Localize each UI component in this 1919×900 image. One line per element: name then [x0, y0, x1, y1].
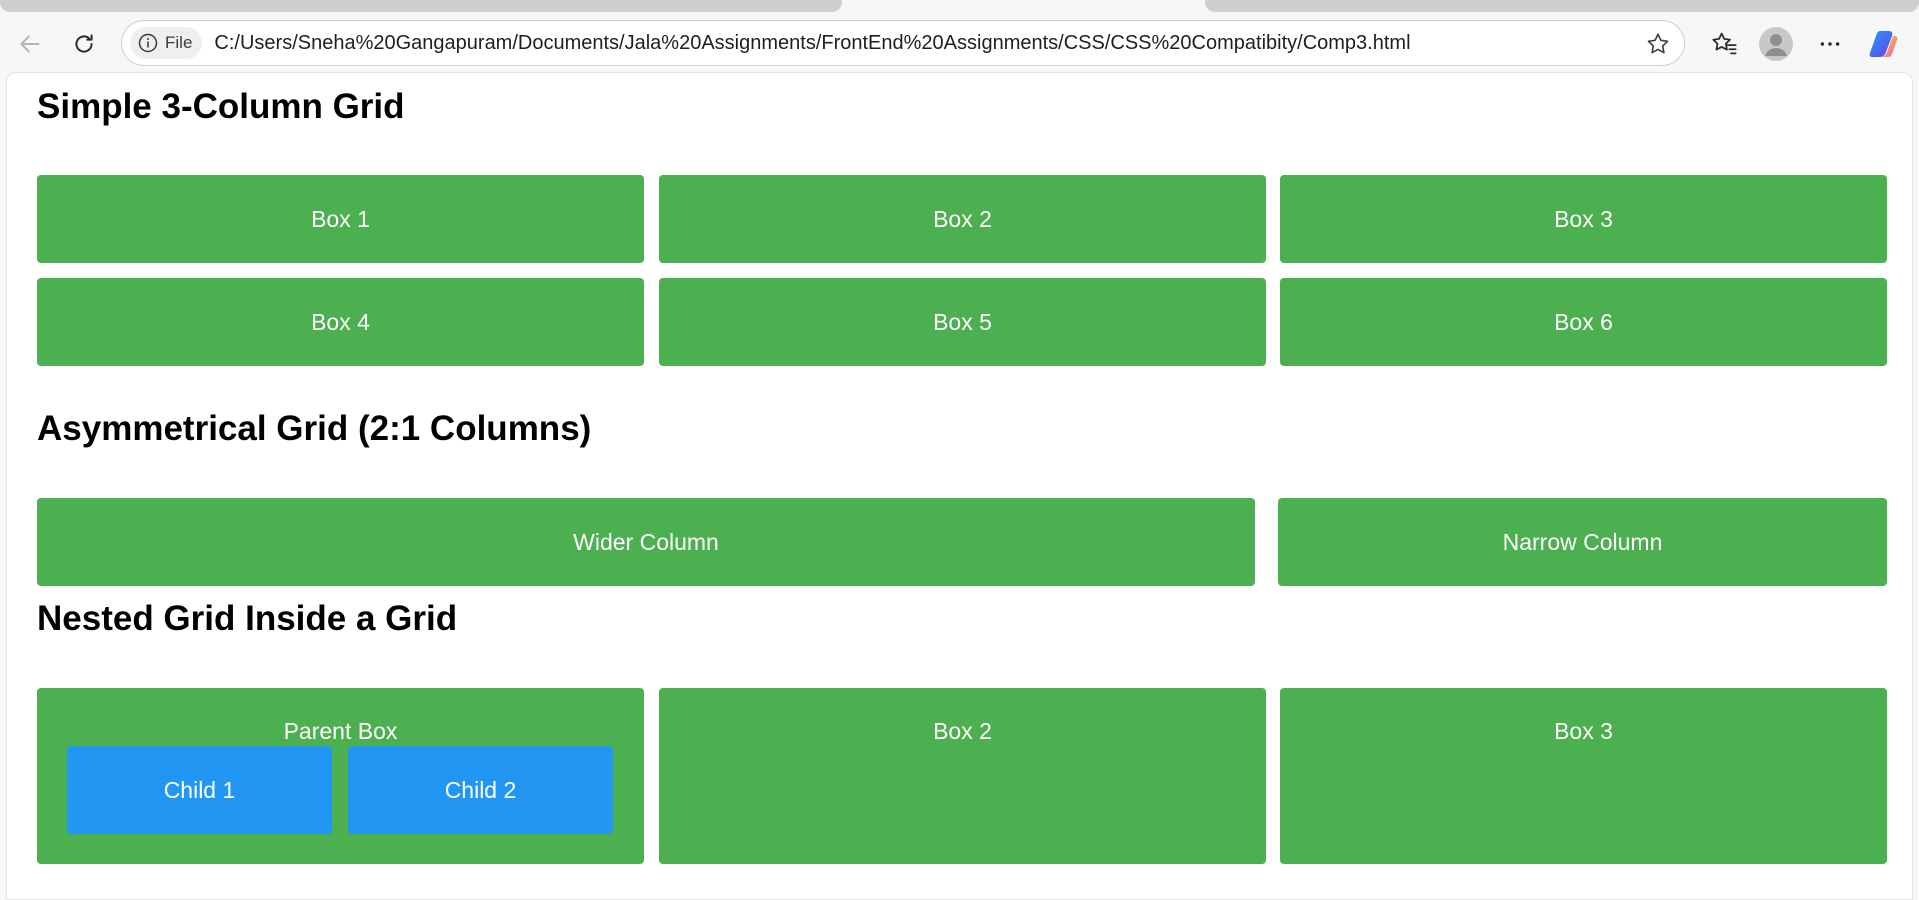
browser-toolbar: File C:/Users/Sneha%20Gangapuram/Documen…: [0, 14, 1919, 72]
narrow-column-box: Narrow Column: [1278, 498, 1887, 586]
grid-box-3: Box 3: [1280, 175, 1887, 263]
child-box-1: Child 1: [67, 746, 332, 834]
section-title-asymmetrical-grid: Asymmetrical Grid (2:1 Columns): [37, 409, 592, 448]
tab-next[interactable]: [1205, 0, 1919, 12]
wider-column-box: Wider Column: [37, 498, 1255, 586]
tab-previous[interactable]: [0, 0, 842, 12]
copilot-button[interactable]: [1866, 26, 1902, 62]
site-info-chip[interactable]: File: [130, 27, 203, 59]
child-box-2: Child 2: [348, 746, 613, 834]
nested-grid-box-3: Box 3: [1280, 688, 1887, 864]
favorites-button[interactable]: [1706, 26, 1742, 62]
url-text[interactable]: C:/Users/Sneha%20Gangapuram/Documents/Ja…: [214, 32, 1684, 55]
grid-box-4: Box 4: [37, 278, 644, 366]
nested-grid-box-2: Box 2: [659, 688, 1266, 864]
info-icon: [138, 33, 158, 53]
copilot-icon: [1869, 31, 1898, 57]
avatar-icon: [1759, 27, 1793, 61]
section-title-nested-grid: Nested Grid Inside a Grid: [37, 599, 458, 638]
favorites-icon: [1712, 32, 1737, 55]
grid-box-1: Box 1: [37, 175, 644, 263]
section-title-simple-grid: Simple 3-Column Grid: [37, 87, 405, 126]
reload-icon: [75, 34, 93, 53]
grid-box-2: Box 2: [659, 175, 1266, 263]
tab-strip: [0, 0, 1919, 14]
settings-more-button[interactable]: [1812, 26, 1848, 62]
parent-box: Parent Box Child 1 Child 2: [37, 688, 644, 864]
profile-button[interactable]: [1758, 26, 1794, 62]
add-favorite-button[interactable]: [1644, 30, 1672, 58]
address-bar[interactable]: File C:/Users/Sneha%20Gangapuram/Documen…: [121, 20, 1685, 66]
parent-box-label: Parent Box: [283, 718, 398, 744]
more-dots-icon: [1820, 42, 1840, 46]
grid-box-5: Box 5: [659, 278, 1266, 366]
page-viewport: Simple 3-Column Grid Box 1 Box 2 Box 3 B…: [6, 72, 1913, 900]
reload-button[interactable]: [66, 26, 102, 62]
back-button[interactable]: [12, 26, 48, 62]
site-chip-label: File: [165, 33, 193, 52]
star-icon: [1647, 33, 1669, 54]
back-arrow-icon: [20, 35, 40, 53]
grid-box-6: Box 6: [1280, 278, 1887, 366]
